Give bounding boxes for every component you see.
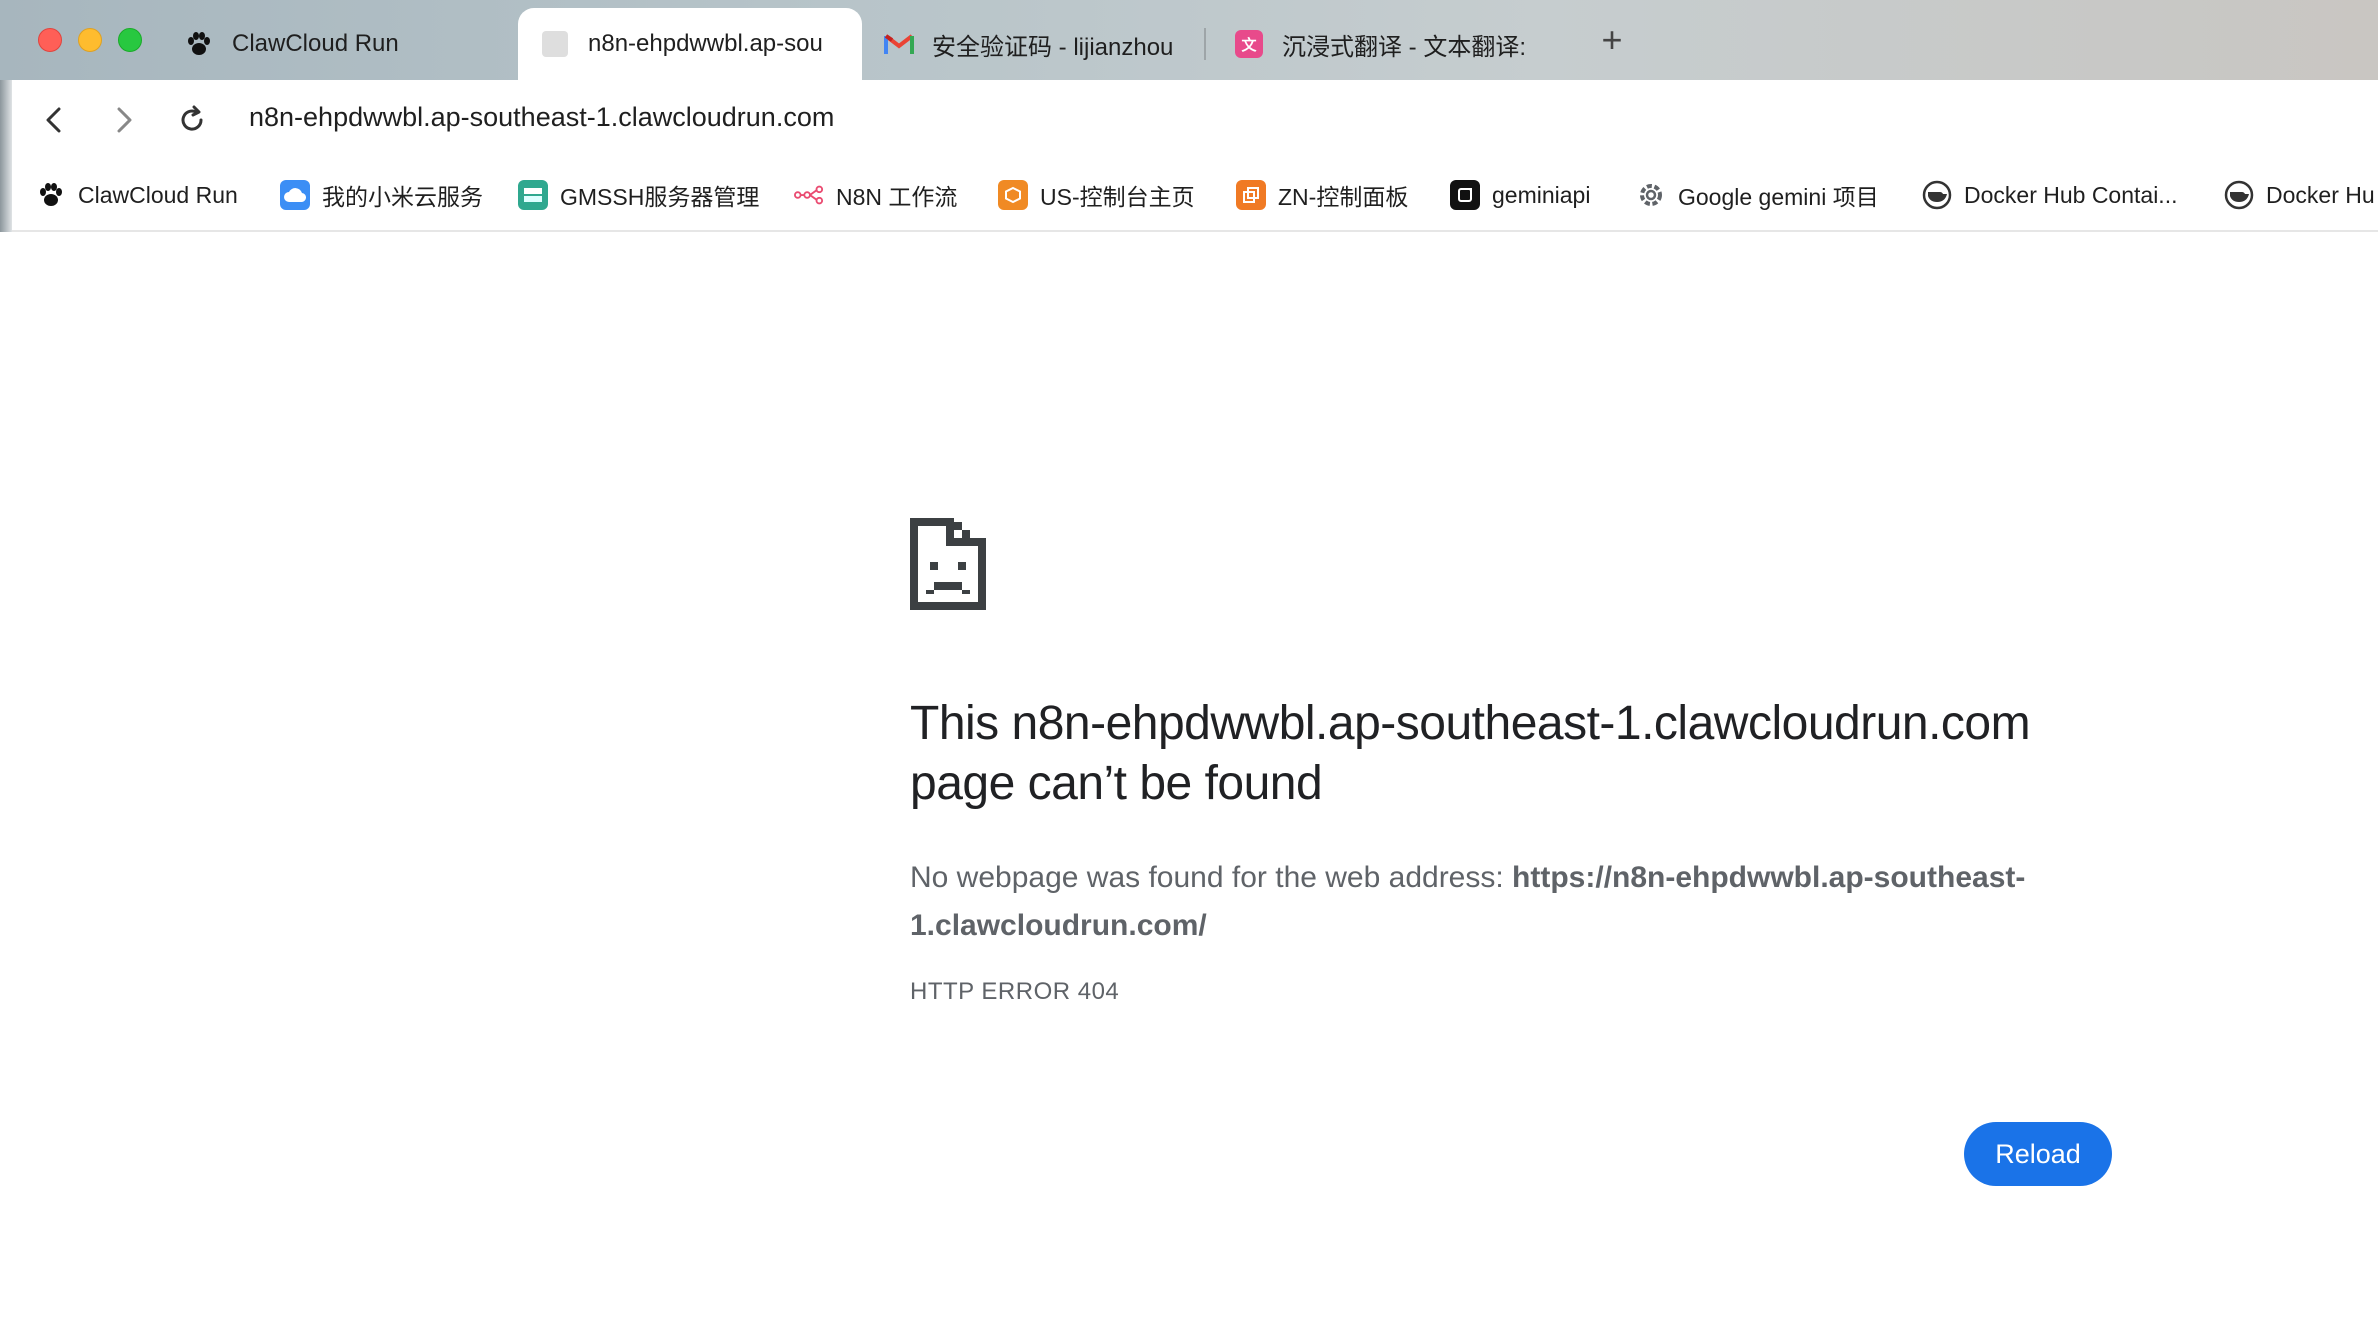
bookmarks-bar: ClawCloud Run 我的小米云服务 GMSSH服务器管理 N8N 工作流 [0, 158, 2378, 232]
paw-icon [36, 180, 66, 210]
bookmark-label: N8N 工作流 [836, 184, 958, 210]
bookmark-docker-hub-2[interactable]: Docker Hu [2224, 176, 2375, 214]
error-description-prefix: No webpage was found for the web address… [910, 861, 1513, 894]
tab-title: 安全验证码 - lijianzhou [932, 33, 1174, 61]
bookmark-label: Docker Hub Contai... [1964, 181, 2178, 208]
error-description: No webpage was found for the web address… [910, 854, 2100, 950]
docker-icon [1922, 180, 1952, 210]
chevron-left-icon [46, 107, 61, 133]
server-icon [518, 180, 548, 210]
bookmark-google-gemini[interactable]: Google gemini 项目 [1636, 176, 1879, 214]
bookmark-geminiapi[interactable]: geminiapi [1450, 176, 1590, 214]
box-icon [998, 180, 1028, 210]
reload-button[interactable]: Reload [1964, 1122, 2112, 1186]
error-code: HTTP ERROR 404 [910, 978, 1120, 1005]
docker-icon [2224, 180, 2254, 210]
browser-window: ClawCloud Run n8n-ehpdwwbl.ap-sou 安全验证码 … [0, 0, 2378, 1328]
app-icon [1450, 180, 1480, 210]
sad-document-icon [910, 518, 986, 615]
bookmark-label: geminiapi [1492, 181, 1591, 208]
tab-gmail[interactable]: 安全验证码 - lijianzhou [862, 8, 1202, 80]
back-button[interactable] [32, 98, 76, 142]
tab-title: n8n-ehpdwwbl.ap-sou [588, 30, 823, 57]
bookmark-label: GMSSH服务器管理 [560, 184, 760, 210]
bookmark-gmssh[interactable]: GMSSH服务器管理 [518, 176, 759, 214]
bookmark-n8n[interactable]: N8N 工作流 [794, 176, 957, 214]
tab-n8n-active[interactable]: n8n-ehpdwwbl.ap-sou [518, 8, 862, 80]
bookmark-label: ClawCloud Run [78, 181, 238, 208]
bookmark-clawcloud[interactable]: ClawCloud Run [36, 176, 238, 214]
translate-icon: 文 [1234, 29, 1264, 59]
bookmark-label: Google gemini 项目 [1678, 184, 1879, 210]
copy-icon [1236, 180, 1266, 210]
bookmark-label: Docker Hu [2266, 181, 2375, 208]
bookmark-label: 我的小米云服务 [322, 184, 483, 210]
maximize-window-button[interactable] [118, 28, 142, 52]
minimize-window-button[interactable] [78, 28, 102, 52]
paw-icon [184, 29, 214, 59]
tab-title: 沉浸式翻译 - 文本翻译: [1282, 33, 1526, 61]
tab-title: ClawCloud Run [232, 30, 399, 57]
bookmark-label: ZN-控制面板 [1278, 184, 1409, 210]
bookmark-xiaomi-cloud[interactable]: 我的小米云服务 [280, 176, 483, 214]
forward-button[interactable] [102, 98, 146, 142]
chevron-right-icon [117, 107, 132, 133]
tab-immersive-translate[interactable]: 文 沉浸式翻译 - 文本翻译: [1212, 8, 1552, 80]
bookmark-zn-panel[interactable]: ZN-控制面板 [1236, 176, 1408, 214]
bookmark-us-console[interactable]: US-控制台主页 [998, 176, 1195, 214]
refresh-icon [181, 105, 203, 131]
tab-strip: ClawCloud Run n8n-ehpdwwbl.ap-sou 安全验证码 … [0, 0, 2378, 80]
reload-toolbar-button[interactable] [170, 98, 214, 142]
gmail-icon [884, 29, 914, 59]
error-title: This n8n-ehpdwwbl.ap-southeast-1.clawclo… [910, 697, 2031, 810]
blank-page-icon [540, 29, 570, 59]
new-tab-button[interactable]: + [1592, 20, 1632, 60]
tab-separator [1204, 28, 1206, 60]
bookmark-docker-hub-1[interactable]: Docker Hub Contai... [1922, 176, 2177, 214]
cloud-icon [280, 180, 310, 210]
address-bar-url[interactable]: n8n-ehpdwwbl.ap-southeast-1.clawcloudrun… [249, 102, 834, 133]
bookmark-label: US-控制台主页 [1040, 184, 1195, 210]
error-page: This n8n-ehpdwwbl.ap-southeast-1.clawclo… [0, 232, 2378, 1328]
tab-clawcloud[interactable]: ClawCloud Run [162, 8, 502, 80]
toolbar: n8n-ehpdwwbl.ap-southeast-1.clawcloudrun… [0, 80, 2378, 158]
workflow-icon [794, 180, 824, 210]
gear-icon [1636, 180, 1666, 210]
close-window-button[interactable] [38, 28, 62, 52]
